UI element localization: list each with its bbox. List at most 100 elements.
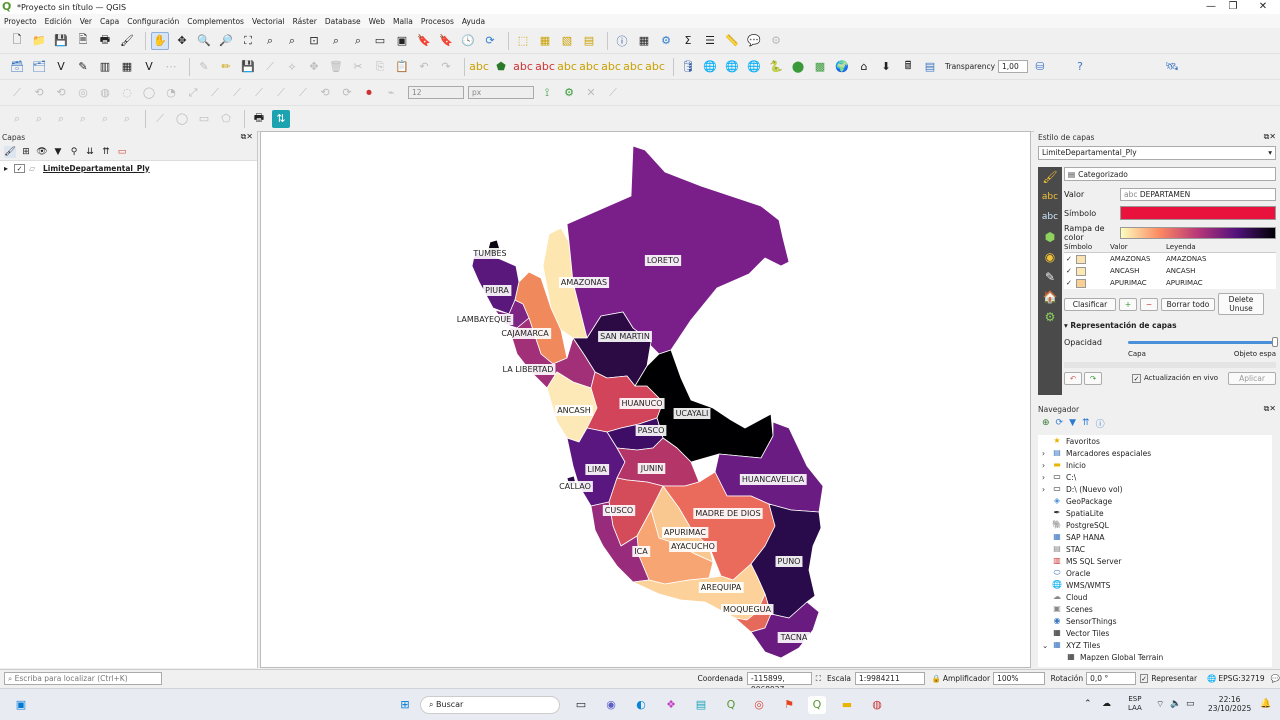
restore-button[interactable]: ❐ xyxy=(1218,0,1248,14)
zoom-in-icon[interactable]: 🔍 xyxy=(195,32,213,50)
category-checkbox[interactable]: ✓ xyxy=(1064,279,1076,287)
menu-vectorial[interactable]: Vectorial xyxy=(248,17,289,26)
qgis-taskbar-icon-1[interactable]: Q xyxy=(722,696,740,714)
browser-item-bookmarks[interactable]: › ▤ Marcadores espaciales xyxy=(1042,447,1272,459)
menu-complementos[interactable]: Complementos xyxy=(183,17,248,26)
save-project-icon[interactable]: 💾 xyxy=(52,32,70,50)
start-icon[interactable]: ⊞ xyxy=(396,696,414,714)
browser-item-c-drive[interactable]: › ▭ C:\ xyxy=(1042,471,1272,483)
zoom-out-icon[interactable]: 🔎 xyxy=(217,32,235,50)
add-vector-icon[interactable]: V xyxy=(52,58,70,76)
crs-label[interactable]: EPSG:32719 xyxy=(1218,674,1264,683)
region-piura[interactable] xyxy=(471,251,520,315)
value-field-select[interactable]: abc DEPARTAMEN xyxy=(1120,187,1276,201)
redo-style-icon[interactable]: ↷ xyxy=(1084,371,1102,385)
menu-procesos[interactable]: Procesos xyxy=(417,17,458,26)
expand-arrow-icon[interactable]: › xyxy=(1042,485,1052,494)
add-category-icon[interactable]: + xyxy=(1119,297,1137,311)
style-manager-icon[interactable]: 🖌 xyxy=(118,32,136,50)
arch-icon[interactable]: ⌂ xyxy=(855,58,873,76)
delete-unused-button[interactable]: Delete Unuse xyxy=(1218,293,1264,315)
layer-item[interactable]: ▸ ✓ ▱ LimiteDepartamental_Ply xyxy=(0,161,257,175)
volume-icon[interactable]: 🔈 xyxy=(1170,699,1181,709)
explorer-icon[interactable]: ▬ xyxy=(838,696,856,714)
label-diagram-icon[interactable]: abc xyxy=(623,58,643,76)
coordinate-field[interactable]: -115899, 9068927 xyxy=(746,672,812,694)
refresh-browser-icon[interactable]: ⟳ xyxy=(1056,418,1064,428)
qgis-taskbar-icon-2[interactable]: Q xyxy=(808,696,826,714)
layer-props-icon[interactable]: ▤ xyxy=(921,58,939,76)
label-move-icon[interactable]: abc xyxy=(557,58,577,76)
new-project-icon[interactable]: 🗋 xyxy=(8,32,26,50)
globe-add-icon[interactable]: 🌐 xyxy=(723,58,741,76)
bookmark-new-icon[interactable]: 🔖 xyxy=(415,32,433,50)
remove-layer-icon[interactable]: ▭ xyxy=(116,146,128,158)
add-delimited-icon[interactable]: ▦ xyxy=(118,58,136,76)
statistics-sum-icon[interactable]: Σ xyxy=(679,32,697,50)
expand-arrow-icon[interactable]: › xyxy=(1042,473,1052,482)
zoom-next-icon[interactable]: ⌕ xyxy=(349,32,367,50)
open-table-icon[interactable]: ☰ xyxy=(701,32,719,50)
category-swatch[interactable] xyxy=(1076,266,1086,276)
browser-item-mssql[interactable]: ▥ MS SQL Server xyxy=(1042,555,1272,567)
expand-arrow-icon[interactable]: › xyxy=(1042,461,1052,470)
data-source-manager-icon[interactable]: 🗃 xyxy=(8,58,26,76)
pan-icon[interactable]: ✋ xyxy=(151,31,169,50)
help-icon[interactable]: ? xyxy=(1071,58,1089,76)
panel-float-close-icon[interactable]: ⧉✕ xyxy=(1264,132,1276,142)
copilot-icon[interactable]: ❖ xyxy=(662,696,680,714)
label-rotate-icon[interactable]: abc xyxy=(579,58,599,76)
panel-float-close-icon[interactable]: ⧉✕ xyxy=(1264,404,1276,414)
browser-item-postgresql[interactable]: 🐘 PostgreSQL xyxy=(1042,519,1272,531)
category-row[interactable]: ✓ ANCASH ANCASH xyxy=(1064,265,1276,277)
qgis-cloud-icon[interactable]: ⛁ xyxy=(1031,58,1049,76)
save-as-icon[interactable]: 🗎 xyxy=(74,32,92,50)
snapping-size-input[interactable]: 12 xyxy=(408,86,464,99)
label-change-icon[interactable]: abc xyxy=(601,58,621,76)
layer-style-icon[interactable]: 🖌 xyxy=(4,145,16,158)
refresh-icon[interactable]: ⟳ xyxy=(481,32,499,50)
print-layout-icon[interactable]: 🖶 xyxy=(96,32,114,50)
deselect-icon[interactable]: ▧ xyxy=(558,32,576,50)
labels-tab-icon[interactable]: abc xyxy=(1038,187,1062,207)
apply-button[interactable]: Aplicar xyxy=(1228,371,1276,385)
battery-icon[interactable]: ▭ xyxy=(1186,699,1195,709)
wifi-icon[interactable]: ⌔ xyxy=(1156,699,1164,710)
python-icon[interactable]: 🐍 xyxy=(767,58,785,76)
layer-rendering-section[interactable]: ▾ Representación de capas xyxy=(1064,321,1276,330)
browser-item-spatialite[interactable]: ✒ SpatiaLite xyxy=(1042,507,1272,519)
zoom-last-icon[interactable]: ⌕ xyxy=(327,32,345,50)
browser-item-sap-hana[interactable]: ▦ SAP HANA xyxy=(1042,531,1272,543)
menu-malla[interactable]: Malla xyxy=(389,17,417,26)
eye-icon[interactable]: 👁 xyxy=(36,146,48,158)
menu-ver[interactable]: Ver xyxy=(76,17,96,26)
add-selected-icon[interactable]: ⊕ xyxy=(1042,418,1050,428)
transparency-input[interactable]: 1,00 xyxy=(998,60,1029,73)
calculator-icon[interactable]: 🖩 xyxy=(899,58,917,76)
properties-browser-icon[interactable]: ⓘ xyxy=(1096,417,1105,430)
category-swatch[interactable] xyxy=(1076,278,1086,288)
magnifier-input[interactable]: 100% xyxy=(993,672,1045,685)
add-vt-icon[interactable]: V xyxy=(140,58,158,76)
identify-select-icon[interactable]: ⬚ xyxy=(514,32,532,50)
browser-item-favorites[interactable]: ★ Favoritos xyxy=(1042,435,1272,447)
color-ramp-button[interactable] xyxy=(1120,227,1276,239)
category-row[interactable]: ✓ APURIMAC APURIMAC xyxy=(1064,277,1276,289)
panel-float-close-icon[interactable]: ⧉✕ xyxy=(241,132,257,142)
category-checkbox[interactable]: ✓ xyxy=(1064,255,1076,263)
toggle-edit-icon[interactable]: ✏ xyxy=(217,58,235,76)
browser-item-xyz-tiles[interactable]: ⌄ ▦ XYZ Tiles xyxy=(1042,639,1272,651)
teams-icon[interactable]: ◉ xyxy=(602,696,620,714)
identify-icon[interactable]: ⓘ xyxy=(613,32,631,50)
annotation-icon[interactable]: 💬 xyxy=(745,32,763,50)
locator-search-input[interactable]: ⌕ Escriba para localizar (Ctrl+K) xyxy=(4,672,162,685)
edge-icon[interactable]: ◐ xyxy=(632,696,650,714)
messages-icon[interactable]: 💬 xyxy=(1271,674,1280,683)
browser-item-stac[interactable]: ▤ STAC xyxy=(1042,543,1272,555)
browser-item-sensorthings[interactable]: ◉ SensorThings xyxy=(1042,615,1272,627)
render-checkbox[interactable]: ✓ xyxy=(1139,674,1149,683)
zoom-layer-icon[interactable]: ⌕ xyxy=(283,32,301,50)
globe-search-icon[interactable]: 🌐 xyxy=(701,58,719,76)
menu-database[interactable]: Database xyxy=(321,17,365,26)
measure-icon[interactable]: 📏 xyxy=(723,32,741,50)
